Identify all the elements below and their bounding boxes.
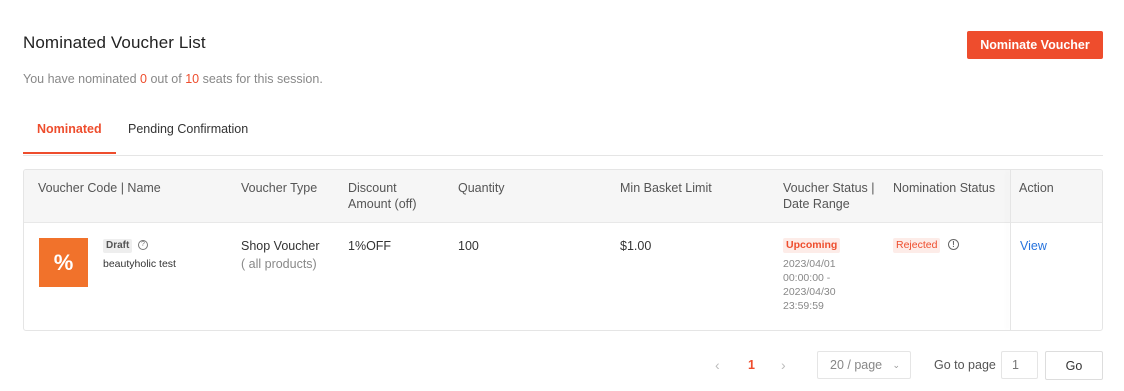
nomination-status-badge: Rejected bbox=[893, 238, 941, 253]
summary-prefix: You have nominated bbox=[23, 72, 137, 86]
draft-badge: Draft bbox=[103, 239, 133, 253]
min-basket-limit: $1.00 bbox=[620, 239, 652, 253]
goto-page-label: Go to page bbox=[934, 358, 996, 372]
col-min-basket-limit: Min Basket Limit bbox=[620, 181, 712, 195]
tab-nominated[interactable]: Nominated bbox=[23, 110, 116, 154]
table-header: Voucher Code | Name Voucher Type Discoun… bbox=[24, 170, 1102, 223]
info-circle-icon[interactable]: ! bbox=[948, 239, 959, 250]
page-number-current[interactable]: 1 bbox=[748, 358, 755, 372]
nominate-voucher-button[interactable]: Nominate Voucher bbox=[967, 31, 1103, 59]
goto-page-input[interactable] bbox=[1001, 351, 1038, 379]
voucher-thumbnail: % bbox=[39, 238, 88, 287]
date-range-end-date: 2023/04/30 bbox=[783, 286, 836, 298]
tab-bar: Nominated Pending Confirmation bbox=[23, 110, 1103, 156]
voucher-table: Voucher Code | Name Voucher Type Discoun… bbox=[23, 169, 1103, 331]
summary-suffix: seats for this session. bbox=[202, 72, 323, 86]
date-range-end-time: 23:59:59 bbox=[783, 300, 824, 312]
page-title: Nominated Voucher List bbox=[23, 33, 206, 52]
discount-amount: 1%OFF bbox=[348, 239, 392, 253]
col-voucher-status-date-range: Voucher Status | Date Range bbox=[783, 181, 875, 211]
nominated-count: 0 bbox=[140, 72, 147, 86]
col-discount-amount: Discount Amount (off) bbox=[348, 181, 417, 211]
total-seats: 10 bbox=[185, 72, 200, 86]
page-size-value: 20 / page bbox=[830, 358, 883, 372]
col-action: Action bbox=[1019, 181, 1054, 195]
summary-middle: out of bbox=[150, 72, 182, 86]
view-link[interactable]: View bbox=[1020, 239, 1047, 253]
nomination-summary: You have nominated 0 out of 10 seats for… bbox=[23, 72, 323, 86]
voucher-name: beautyholic test bbox=[103, 258, 176, 270]
voucher-type: Shop Voucher bbox=[241, 239, 320, 253]
quantity: 100 bbox=[458, 239, 479, 253]
date-range-start-date: 2023/04/01 bbox=[783, 258, 836, 270]
fixed-column-divider bbox=[1010, 170, 1011, 330]
col-nomination-status: Nomination Status bbox=[893, 181, 996, 195]
tab-pending-confirmation[interactable]: Pending Confirmation bbox=[128, 110, 248, 154]
go-button[interactable]: Go bbox=[1045, 351, 1103, 380]
page-size-select[interactable]: 20 / page ⌄ bbox=[817, 351, 911, 379]
date-range: 2023/04/01 00:00:00 - 2023/04/30 23:59:5… bbox=[783, 257, 863, 313]
question-circle-icon[interactable]: ? bbox=[138, 240, 148, 250]
col-voucher-code-name: Voucher Code | Name bbox=[38, 181, 161, 195]
chevron-down-icon: ⌄ bbox=[892, 360, 900, 370]
voucher-status-badge: Upcoming bbox=[783, 238, 841, 253]
chevron-left-icon[interactable]: ‹ bbox=[715, 357, 720, 373]
col-quantity: Quantity bbox=[458, 181, 505, 195]
col-voucher-type: Voucher Type bbox=[241, 181, 318, 195]
chevron-right-icon[interactable]: › bbox=[781, 357, 786, 373]
voucher-scope: ( all products) bbox=[241, 257, 317, 271]
date-range-start-time: 00:00:00 - bbox=[783, 272, 831, 284]
